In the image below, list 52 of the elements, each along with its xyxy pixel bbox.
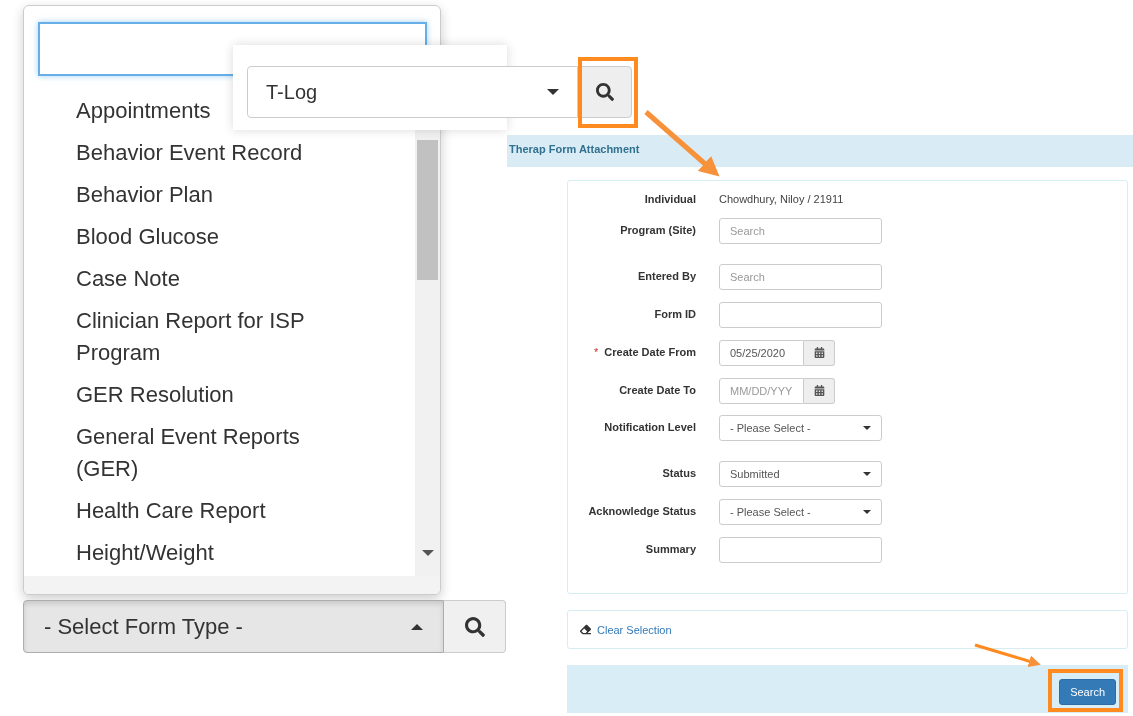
caret-icon	[863, 426, 871, 431]
field-label: Summary	[645, 543, 696, 556]
highlight-frame	[578, 57, 638, 128]
dropdown-option[interactable]: Blood Glucose	[76, 216, 220, 258]
input-field[interactable]	[719, 301, 882, 328]
field-label: Create Date From	[604, 345, 696, 358]
search-icon	[596, 83, 614, 101]
required-mark: *	[594, 345, 599, 358]
search-button[interactable]: Search	[1059, 679, 1116, 705]
dropdown-option[interactable]: Health Care Report	[76, 490, 266, 532]
dropdown-option[interactable]: Appointments	[76, 90, 211, 132]
calendar-icon	[813, 347, 825, 359]
dropdown-option[interactable]: Behavior Event Record	[76, 132, 303, 174]
dropdown-option[interactable]: Case Note	[76, 258, 180, 300]
input-field[interactable]: Search	[719, 217, 882, 244]
field-label: Acknowledge Status	[588, 505, 696, 518]
input-field[interactable]	[719, 537, 882, 564]
annotation-arrow	[974, 643, 1041, 667]
caret-icon	[863, 472, 871, 477]
form-type-select[interactable]: - Select Form Type -	[23, 600, 444, 653]
calendar-button[interactable]	[804, 339, 835, 366]
dropdown-option[interactable]: Clinician Report for ISP Program	[76, 300, 346, 374]
dropdown-option[interactable]: General Event Reports (GER)	[76, 416, 346, 490]
select-field[interactable]: - Please Select -	[719, 499, 882, 526]
field-label: Individual	[644, 193, 696, 205]
panel-title: Therap Form Attachment	[509, 143, 640, 155]
search-button[interactable]	[444, 600, 506, 653]
field-value: Chowdhury, Niloy / 21911	[719, 193, 844, 205]
caret-icon	[863, 510, 871, 515]
field-label: Notification Level	[604, 421, 696, 434]
select-field[interactable]: Submitted	[719, 461, 882, 488]
caret-icon	[547, 89, 559, 95]
calendar-button[interactable]	[804, 377, 835, 404]
scroll-down-icon[interactable]	[422, 550, 434, 556]
field-label: Create Date To	[619, 383, 696, 396]
search-icon	[464, 616, 485, 637]
eraser-icon	[580, 624, 591, 635]
field-label: Program (Site)	[620, 223, 696, 236]
clear-selection-link[interactable]: Clear Selection	[597, 623, 672, 636]
date-field[interactable]: 05/25/2020	[719, 339, 804, 366]
calendar-icon	[813, 385, 825, 396]
field-label: Status	[662, 467, 696, 480]
field-label: Form ID	[654, 307, 696, 320]
form-type-select[interactable]: T-Log	[247, 66, 578, 118]
dropdown-option[interactable]: Height/Weight	[76, 532, 214, 574]
scrollbar-thumb[interactable]	[417, 140, 438, 280]
field-label: Entered By	[637, 269, 696, 282]
select-field[interactable]: - Please Select -	[719, 415, 882, 442]
dropdown-option[interactable]: Behavior Plan	[76, 174, 213, 216]
date-field[interactable]: MM/DD/YYY	[719, 377, 804, 404]
input-field[interactable]: Search	[719, 263, 882, 290]
dropdown-option[interactable]: GER Resolution	[76, 374, 234, 416]
